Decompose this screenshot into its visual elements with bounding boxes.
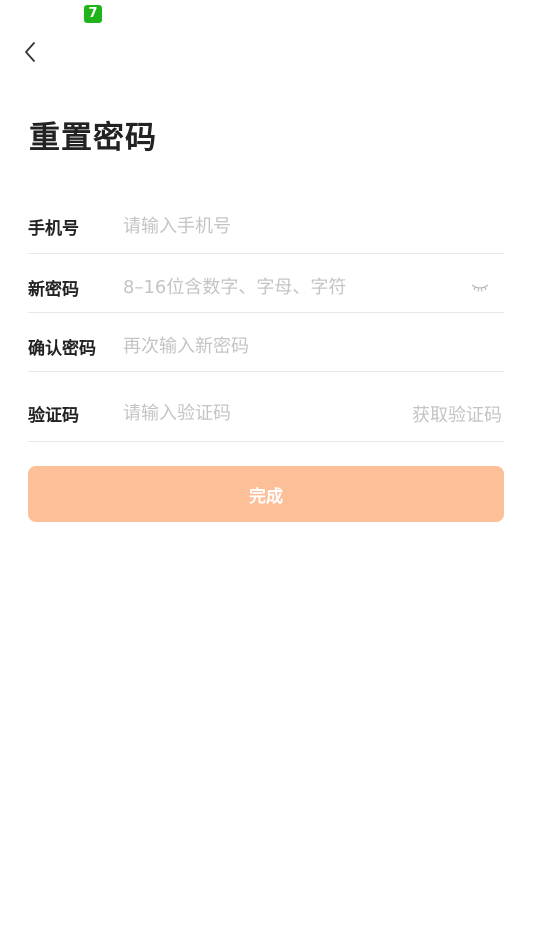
new-password-row: 新密码 [28,263,504,313]
phone-input[interactable] [123,216,504,237]
confirm-password-row: 确认密码 [28,322,504,372]
eye-closed-icon[interactable] [468,278,492,298]
phone-row: 手机号 [28,200,504,254]
reset-password-screen: 7 重置密码 手机号 新密码 确认密码 验证码 获取验 [0,0,533,948]
phone-label: 手机号 [28,219,79,239]
verification-code-row: 验证码 获取验证码 [28,386,504,442]
verification-code-label: 验证码 [28,406,79,426]
new-password-input[interactable] [123,277,468,298]
get-code-button[interactable]: 获取验证码 [412,401,502,427]
chevron-left-icon [25,42,35,62]
verification-code-input[interactable] [123,403,412,424]
page-title: 重置密码 [29,120,157,156]
confirm-password-input[interactable] [123,336,504,357]
back-button[interactable] [14,36,46,68]
confirm-password-label: 确认密码 [28,339,96,359]
new-password-label: 新密码 [28,280,79,300]
app-notification-icon: 7 [84,5,102,23]
submit-button[interactable]: 完成 [28,466,504,522]
